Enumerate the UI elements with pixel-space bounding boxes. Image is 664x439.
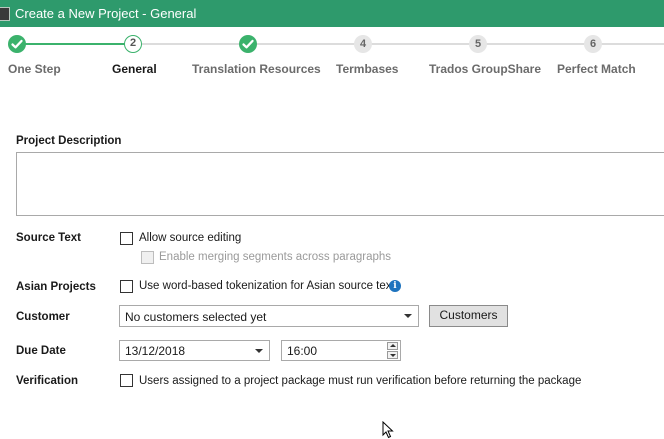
- wizard-steps: 2 4 5 6 One Step General Translation Res…: [0, 27, 664, 87]
- due-time-value: 16:00: [287, 344, 318, 358]
- allow-source-editing-checkbox[interactable]: [120, 232, 133, 245]
- progress-line-done: [18, 43, 126, 45]
- word-tokenization-checkbox[interactable]: [120, 280, 133, 293]
- customer-selected-value: No customers selected yet: [125, 310, 267, 324]
- step-2-circle[interactable]: 2: [124, 35, 142, 53]
- step-4-circle[interactable]: 4: [354, 35, 372, 53]
- step-3-label[interactable]: Translation Resources: [192, 62, 321, 76]
- source-text-label: Source Text: [16, 232, 81, 244]
- verification-text[interactable]: Users assigned to a project package must…: [139, 375, 581, 387]
- step-2-label[interactable]: General: [112, 62, 157, 76]
- allow-source-editing-label[interactable]: Allow source editing: [139, 232, 241, 244]
- app-icon: [0, 7, 10, 21]
- project-description-label: Project Description: [16, 135, 122, 147]
- step-5-circle[interactable]: 5: [469, 35, 487, 53]
- step-5-label[interactable]: Trados GroupShare: [429, 62, 541, 76]
- customers-button[interactable]: Customers: [429, 305, 508, 327]
- step-6-circle[interactable]: 6: [584, 35, 602, 53]
- due-date-label: Due Date: [16, 345, 66, 357]
- merge-segments-label: Enable merging segments across paragraph…: [159, 251, 392, 263]
- verification-checkbox[interactable]: [120, 374, 133, 387]
- due-date-picker[interactable]: 13/12/2018: [119, 340, 270, 361]
- mouse-cursor-icon: [382, 421, 394, 439]
- title-bar: Create a New Project - General: [0, 0, 664, 27]
- word-tokenization-label[interactable]: Use word-based tokenization for Asian so…: [139, 280, 395, 292]
- step-3-check-icon[interactable]: [239, 35, 257, 53]
- step-6-label[interactable]: Perfect Match: [557, 62, 636, 76]
- spin-down-icon[interactable]: [387, 351, 398, 359]
- merge-segments-checkbox: [141, 251, 154, 264]
- due-time-input[interactable]: 16:00: [281, 340, 401, 361]
- calendar-dropdown-icon: [255, 349, 263, 353]
- time-spinner[interactable]: [386, 341, 400, 361]
- project-description-input[interactable]: [16, 152, 664, 216]
- asian-projects-label: Asian Projects: [16, 281, 96, 293]
- window-title: Create a New Project - General: [15, 6, 197, 21]
- chevron-down-icon: [404, 314, 412, 318]
- due-date-value: 13/12/2018: [125, 344, 186, 358]
- step-1-label[interactable]: One Step: [8, 62, 61, 76]
- info-icon[interactable]: i: [389, 280, 401, 292]
- step-4-label[interactable]: Termbases: [336, 62, 398, 76]
- customer-dropdown[interactable]: No customers selected yet: [119, 305, 419, 327]
- step-1-check-icon[interactable]: [8, 35, 26, 53]
- spin-up-icon[interactable]: [387, 342, 398, 350]
- verification-label: Verification: [16, 375, 78, 387]
- customer-label: Customer: [16, 311, 70, 323]
